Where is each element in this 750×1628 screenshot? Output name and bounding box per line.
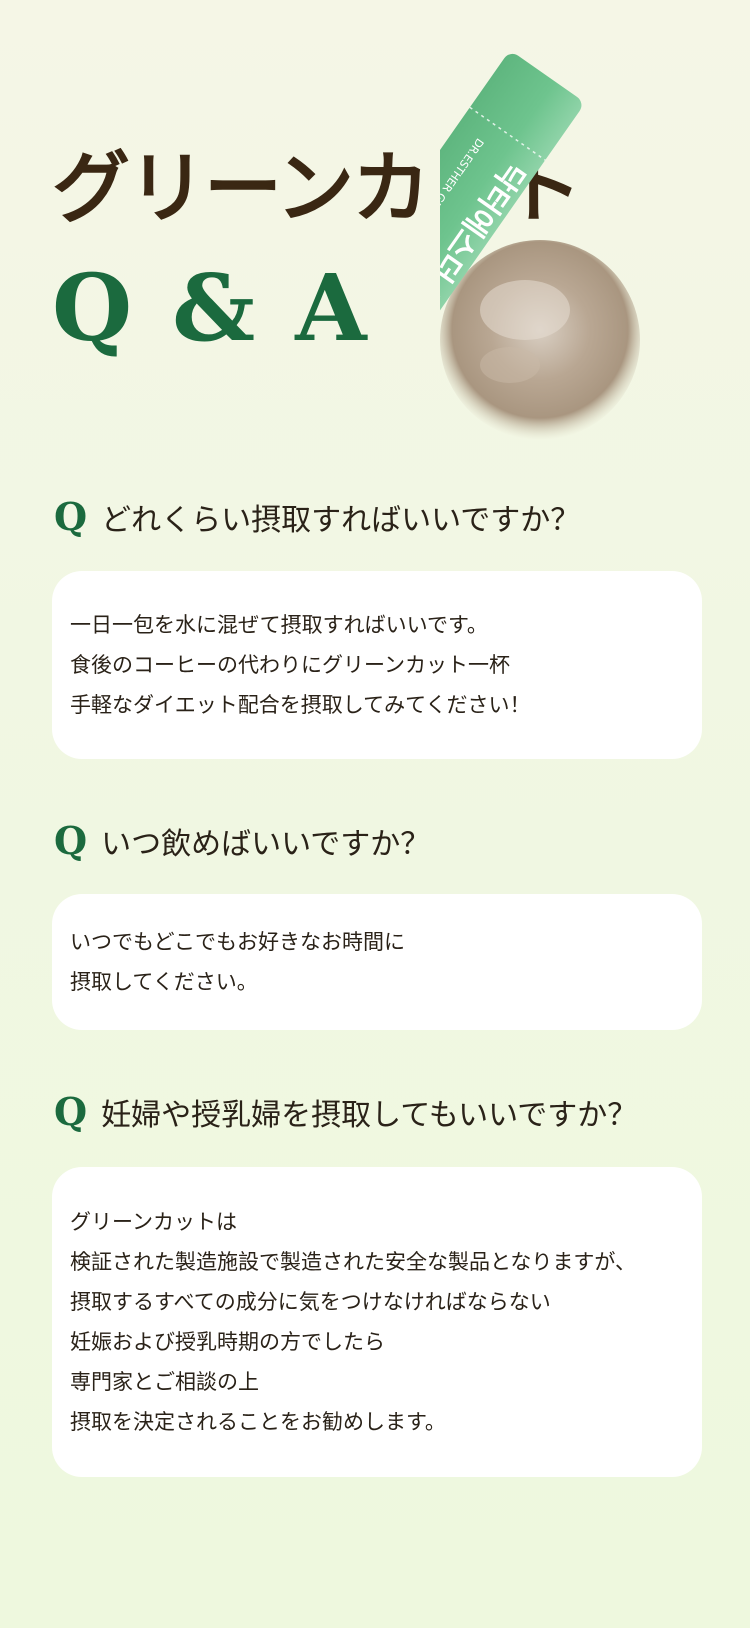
page-subtitle-qa: Q & A [52, 254, 371, 362]
answer-card-1: 一日一包を水に混ぜて摂取すればいいです。 食後のコーヒーの代わりにグリーンカット… [52, 571, 702, 759]
answer-3-line-3: 摂取するすべての成分に気をつけなければならない [70, 1290, 551, 1314]
answer-1-line-2: 食後のコーヒーの代わりにグリーンカット一杯 [70, 653, 510, 677]
answer-card-2: いつでもどこでもお好きなお時間に 摂取してください。 [52, 894, 702, 1030]
answer-2-line-1: いつでもどこでもお好きなお時間に [70, 930, 405, 954]
q-mark-1: Q [54, 494, 88, 539]
answer-2-line-2: 摂取してください。 [70, 970, 258, 994]
answer-3-line-1: グリーンカットは [70, 1210, 237, 1234]
q-mark-2: Q [54, 818, 88, 863]
answer-1-line-1: 一日一包を水に混ぜて摂取すればいいです。 [70, 613, 488, 637]
q-mark-3: Q [54, 1089, 88, 1134]
answer-1-line-3: 手軽なダイエット配合を摂取してみてください！ [70, 693, 531, 717]
question-1-text: どれくらい摂取すればいいですか？ [101, 503, 581, 538]
answer-3-line-2: 検証された製造施設で製造された安全な製品となりますが、 [70, 1250, 636, 1274]
question-3-text: 妊婦や授乳婦を摂取してもいいですか？ [101, 1098, 638, 1133]
question-3: Q 妊婦や授乳婦を摂取してもいいですか？ [54, 1093, 637, 1131]
product-image: 닥터에스더 그린 DR.ESTHER GREEN CUT [440, 53, 640, 440]
answer-3-line-4: 妊娠および授乳時期の方でしたら [70, 1330, 385, 1354]
answer-card-3: グリーンカットは 検証された製造施設で製造された安全な製品となりますが、 摂取す… [52, 1167, 702, 1477]
question-2: Q いつ飲めばいいですか？ [54, 822, 430, 860]
answer-3-line-6: 摂取を決定されることをお勧めします。 [70, 1410, 446, 1434]
question-2-text: いつ飲めばいいですか？ [101, 827, 431, 862]
answer-3-line-5: 専門家とご相談の上 [70, 1370, 259, 1394]
question-1: Q どれくらい摂取すればいいですか？ [54, 498, 580, 536]
powder-pile [440, 240, 640, 440]
